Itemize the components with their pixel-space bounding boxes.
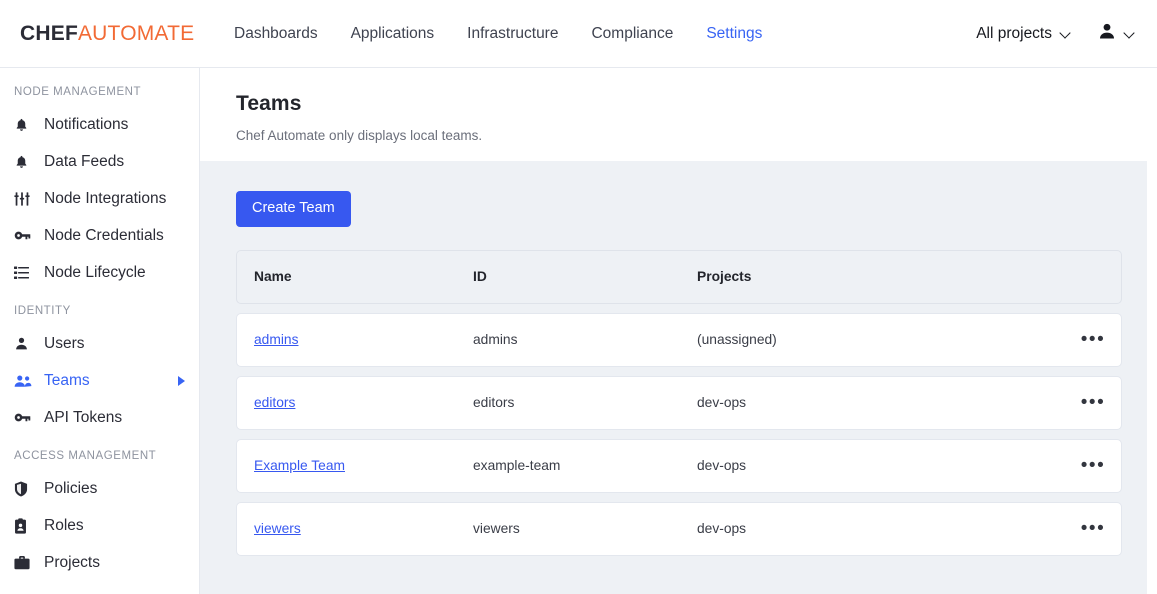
- table-row: editors editors dev-ops •••: [236, 375, 1122, 430]
- table-row: viewers viewers dev-ops •••: [236, 501, 1122, 556]
- chevron-down-icon: [1125, 29, 1135, 39]
- team-name-link[interactable]: viewers: [254, 521, 301, 536]
- nav-link-applications[interactable]: Applications: [351, 25, 435, 43]
- sidebar-item-projects[interactable]: Projects: [0, 544, 199, 581]
- sliders-icon: [14, 190, 36, 208]
- main-content: Teams Chef Automate only displays local …: [200, 68, 1147, 594]
- project-filter-label: All projects: [976, 24, 1052, 42]
- sidebar-item-data-feeds[interactable]: Data Feeds: [0, 143, 199, 180]
- sidebar-item-label: Teams: [44, 371, 90, 389]
- table-row: admins admins (unassigned) •••: [236, 312, 1122, 367]
- sidebar-item-users[interactable]: Users: [0, 325, 199, 362]
- sidebar-item-teams[interactable]: Teams: [0, 362, 199, 399]
- sidebar-item-label: API Tokens: [44, 408, 123, 426]
- column-header-name: Name: [254, 269, 292, 284]
- cell-actions: •••: [1065, 456, 1121, 475]
- chevron-down-icon: [1061, 29, 1071, 39]
- page-header: Teams Chef Automate only displays local …: [200, 68, 1147, 161]
- sidebar-item-label: Policies: [44, 479, 98, 497]
- bell-icon: [14, 116, 36, 134]
- cell-name: admins: [237, 332, 473, 347]
- user-icon: [14, 335, 36, 353]
- sidebar-item-label: Roles: [44, 516, 84, 534]
- nav-link-compliance[interactable]: Compliance: [591, 25, 673, 43]
- create-team-button[interactable]: Create Team: [236, 191, 351, 227]
- cell-projects: (unassigned): [697, 332, 777, 347]
- row-overflow-menu-icon[interactable]: •••: [1081, 330, 1105, 349]
- cell-name: viewers: [237, 521, 473, 536]
- team-name-link[interactable]: Example Team: [254, 458, 345, 473]
- cell-name: Example Team: [237, 458, 473, 473]
- chef-automate-logo[interactable]: CHEFAUTOMATE: [0, 22, 200, 46]
- primary-nav-links: Dashboards Applications Infrastructure Comp…: [234, 25, 762, 43]
- sidebar-item-node-integrations[interactable]: Node Integrations: [0, 180, 199, 217]
- badge-icon: [14, 517, 36, 535]
- logo-automate-text: AUTOMATE: [77, 21, 195, 45]
- cell-id: admins: [473, 332, 518, 347]
- top-navigation-bar: CHEFAUTOMATE Dashboards Applications Infra…: [0, 0, 1157, 68]
- row-overflow-menu-icon[interactable]: •••: [1081, 519, 1105, 538]
- sidebar-item-roles[interactable]: Roles: [0, 507, 199, 544]
- sidebar-item-api-tokens[interactable]: API Tokens: [0, 399, 199, 436]
- sidebar-item-notifications[interactable]: Notifications: [0, 106, 199, 143]
- cell-actions: •••: [1065, 393, 1121, 412]
- column-header-projects: Projects: [697, 269, 752, 284]
- column-header-id: ID: [473, 269, 487, 284]
- cell-id: viewers: [473, 521, 520, 536]
- project-filter-dropdown[interactable]: All projects: [976, 25, 1071, 43]
- sidebar-item-node-lifecycle[interactable]: Node Lifecycle: [0, 254, 199, 291]
- sidebar-item-label: Node Integrations: [44, 189, 167, 207]
- nav-link-settings[interactable]: Settings: [706, 25, 762, 43]
- row-overflow-menu-icon[interactable]: •••: [1081, 456, 1105, 475]
- team-name-link[interactable]: editors: [254, 395, 295, 410]
- key-icon: [14, 227, 36, 245]
- teams-table: Name ID Projects admins admins (unassigned…: [236, 249, 1122, 556]
- shield-icon: [14, 480, 36, 498]
- page-subtitle: Chef Automate only displays local teams.: [236, 128, 483, 143]
- row-overflow-menu-icon[interactable]: •••: [1081, 393, 1105, 412]
- users-icon: [14, 372, 36, 390]
- nav-link-infrastructure[interactable]: Infrastructure: [467, 25, 558, 43]
- bell-icon: [14, 153, 36, 171]
- settings-sidebar: NODE MANAGEMENT Notifications Data Feeds No…: [0, 68, 200, 594]
- cell-projects: dev-ops: [697, 521, 747, 536]
- sidebar-section-heading-node-management: NODE MANAGEMENT: [14, 86, 142, 98]
- sidebar-item-label: Node Lifecycle: [44, 263, 146, 281]
- cell-projects: dev-ops: [697, 458, 747, 473]
- table-row: Example Team example-team dev-ops •••: [236, 438, 1122, 493]
- table-body: admins admins (unassigned) ••• editors editor…: [236, 312, 1122, 556]
- sidebar-item-node-credentials[interactable]: Node Credentials: [0, 217, 199, 254]
- sidebar-item-label: Projects: [44, 553, 100, 571]
- caret-right-icon: [178, 375, 185, 386]
- team-name-link[interactable]: admins: [254, 332, 298, 347]
- page-body: Create Team Name ID Projects admins admin…: [200, 161, 1147, 556]
- cell-id: example-team: [473, 458, 561, 473]
- key-icon: [14, 409, 36, 427]
- cell-actions: •••: [1065, 519, 1121, 538]
- nav-link-dashboards[interactable]: Dashboards: [234, 25, 318, 43]
- sidebar-item-label: Data Feeds: [44, 152, 125, 170]
- sidebar-item-label: Notifications: [44, 115, 129, 133]
- user-avatar-icon: [1097, 21, 1117, 46]
- cell-actions: •••: [1065, 330, 1121, 349]
- table-header-row: Name ID Projects: [236, 249, 1122, 304]
- cell-projects: dev-ops: [697, 395, 747, 410]
- logo-chef-text: CHEF: [20, 21, 78, 45]
- nav-right-group: All projects: [976, 21, 1157, 46]
- sidebar-item-label: Users: [44, 334, 85, 352]
- sidebar-item-policies[interactable]: Policies: [0, 470, 199, 507]
- briefcase-icon: [14, 554, 36, 572]
- cell-id: editors: [473, 395, 515, 410]
- cell-name: editors: [237, 395, 473, 410]
- sidebar-section-heading-access-management: ACCESS MANAGEMENT: [14, 450, 157, 462]
- sidebar-item-label: Node Credentials: [44, 226, 164, 244]
- user-profile-menu[interactable]: [1097, 21, 1135, 46]
- list-icon: [14, 264, 36, 282]
- page-title: Teams: [236, 92, 302, 115]
- sidebar-section-heading-identity: IDENTITY: [14, 305, 71, 317]
